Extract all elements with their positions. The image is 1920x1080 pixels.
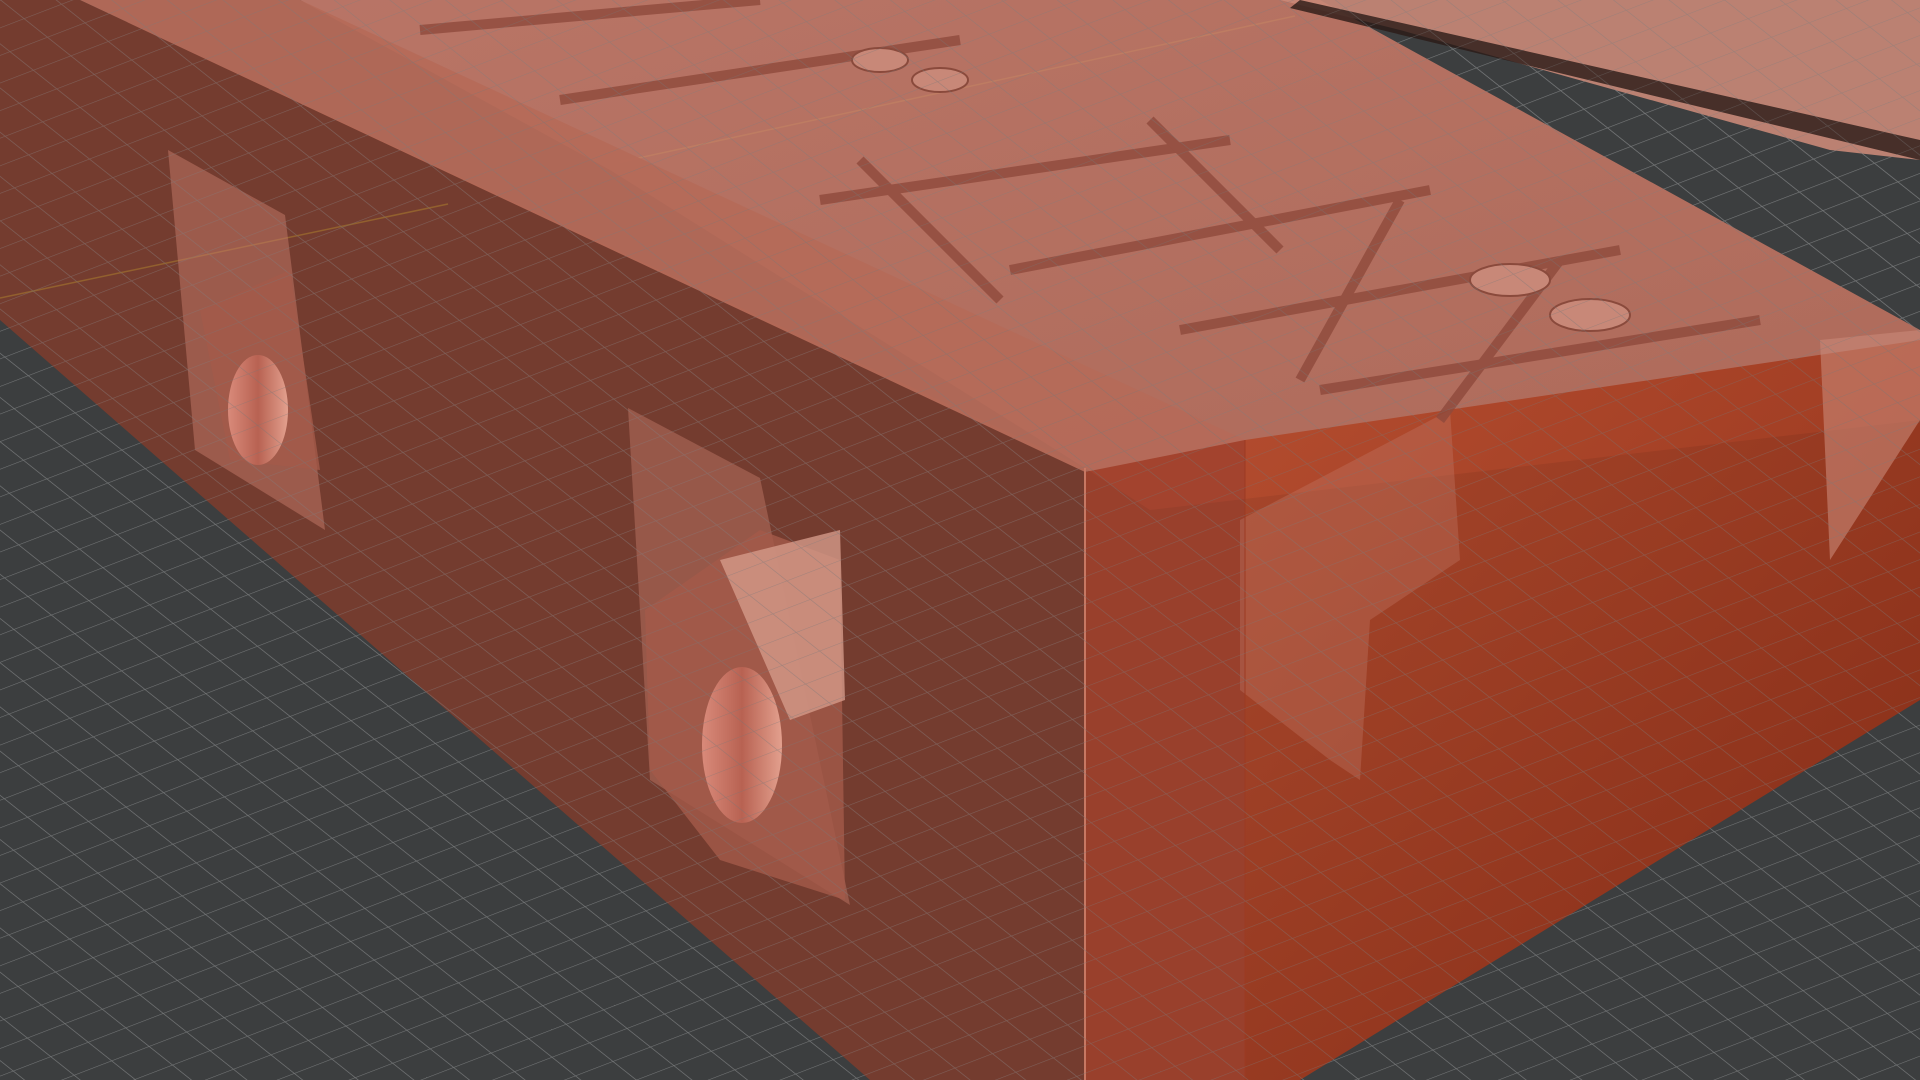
3d-viewport[interactable]: [0, 0, 1920, 1080]
viewport-canvas[interactable]: [0, 0, 1920, 1080]
